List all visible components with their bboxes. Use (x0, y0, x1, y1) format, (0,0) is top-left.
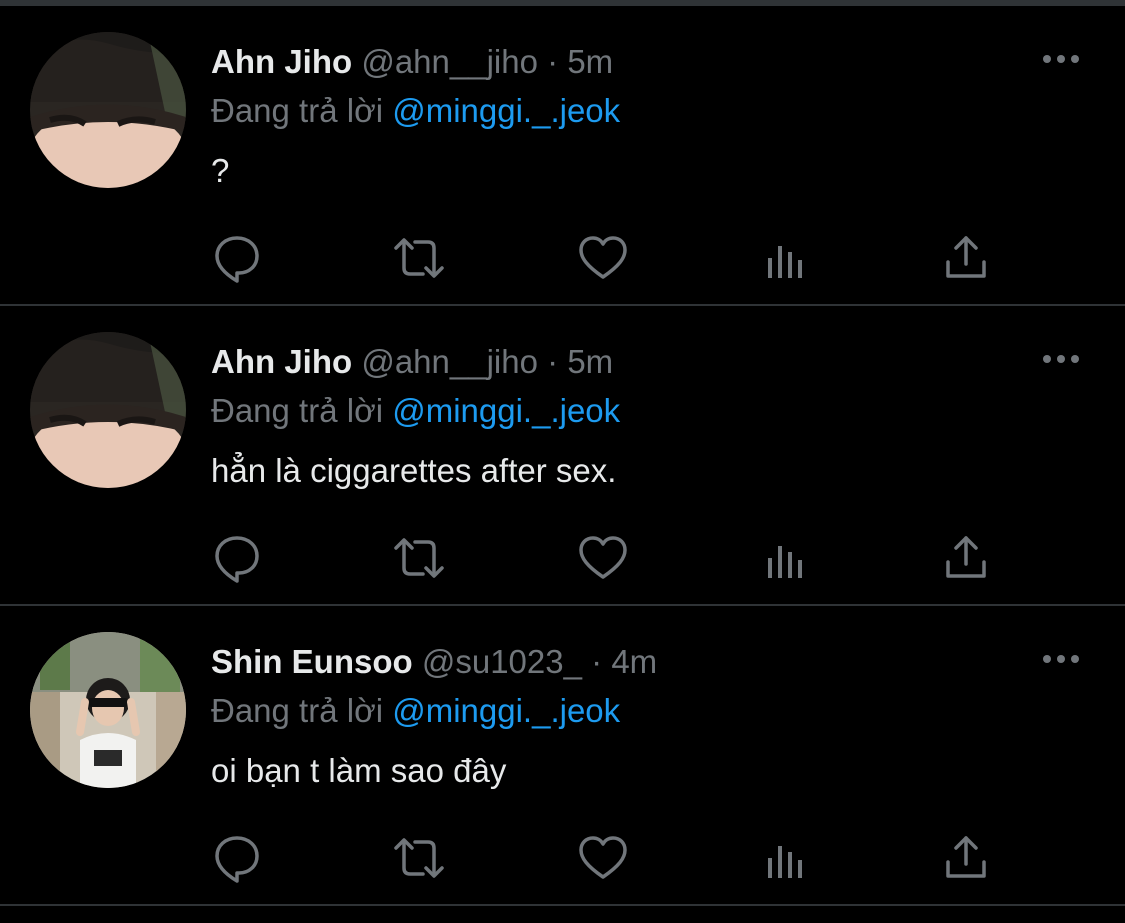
reply-mention-link[interactable]: @minggi._.jeok (392, 92, 620, 129)
user-handle[interactable]: @ahn__jiho (361, 43, 538, 80)
reply-bubble-icon (215, 536, 259, 583)
display-name[interactable]: Ahn Jiho (211, 343, 352, 380)
user-handle[interactable]: @su1023_ (422, 643, 582, 680)
analytics-bars-icon (768, 846, 802, 878)
like-button[interactable] (575, 830, 631, 886)
replying-to-line: Đang trả lời @minggi._.jeok (211, 689, 620, 733)
display-name[interactable]: Ahn Jiho (211, 43, 352, 80)
timestamp[interactable]: 5m (567, 43, 613, 80)
tweet-text: ? (211, 152, 230, 189)
timestamp[interactable]: 5m (567, 343, 613, 380)
reply-button[interactable] (209, 830, 265, 886)
tweet-actions (0, 830, 1125, 886)
share-upload-icon (946, 536, 986, 578)
retweet-button[interactable] (391, 530, 447, 586)
display-name[interactable]: Shin Eunsoo (211, 643, 413, 680)
reply-bubble-icon (215, 836, 259, 883)
retweet-button[interactable] (391, 230, 447, 286)
more-horizontal-icon (1043, 355, 1079, 363)
retweet-button[interactable] (391, 830, 447, 886)
more-horizontal-icon (1043, 655, 1079, 663)
tweet-card[interactable]: Ahn Jiho @ahn__jiho · 5m Đang trả lời @m… (0, 306, 1125, 606)
user-handle[interactable]: @ahn__jiho (361, 343, 538, 380)
separator-dot: · (591, 643, 603, 680)
separator-dot: · (547, 43, 559, 80)
more-horizontal-icon (1043, 55, 1079, 63)
retweet-icon (394, 238, 444, 278)
replying-to-label: Đang trả lời (211, 92, 384, 129)
retweet-icon (394, 538, 444, 578)
more-options-button[interactable] (1041, 348, 1081, 370)
profile-photo-icon (30, 32, 186, 188)
analytics-bars-icon (768, 546, 802, 578)
heart-icon (579, 236, 627, 279)
reply-button[interactable] (209, 230, 265, 286)
separator-dot: · (547, 343, 559, 380)
share-upload-icon (946, 836, 986, 878)
heart-icon (579, 536, 627, 579)
tweet-header: Ahn Jiho @ahn__jiho · 5m (211, 340, 613, 384)
replying-to-line: Đang trả lời @minggi._.jeok (211, 89, 620, 133)
profile-photo-icon (30, 332, 186, 488)
avatar[interactable] (30, 632, 186, 788)
profile-photo-icon (30, 632, 186, 788)
heart-icon (579, 836, 627, 879)
more-options-button[interactable] (1041, 648, 1081, 670)
timestamp[interactable]: 4m (611, 643, 657, 680)
retweet-icon (394, 838, 444, 878)
replying-to-label: Đang trả lời (211, 692, 384, 729)
reply-button[interactable] (209, 530, 265, 586)
more-options-button[interactable] (1041, 48, 1081, 70)
reply-mention-link[interactable]: @minggi._.jeok (392, 692, 620, 729)
tweet-actions (0, 230, 1125, 286)
tweet-header: Shin Eunsoo @su1023_ · 4m (211, 640, 657, 684)
analytics-bars-icon (768, 246, 802, 278)
tweet-actions (0, 530, 1125, 586)
tweet-header: Ahn Jiho @ahn__jiho · 5m (211, 40, 613, 84)
tweet-text: oi bạn t làm sao đây (211, 752, 507, 789)
reply-bubble-icon (215, 236, 259, 283)
tweet-card[interactable]: Shin Eunsoo @su1023_ · 4m Đang trả lời @… (0, 606, 1125, 906)
avatar[interactable] (30, 32, 186, 188)
views-button[interactable] (758, 830, 814, 886)
tweet-text: hẳn là ciggarettes after sex. (211, 452, 617, 489)
like-button[interactable] (575, 530, 631, 586)
replying-to-label: Đang trả lời (211, 392, 384, 429)
views-button[interactable] (758, 230, 814, 286)
share-button[interactable] (938, 230, 994, 286)
reply-mention-link[interactable]: @minggi._.jeok (392, 392, 620, 429)
share-button[interactable] (938, 830, 994, 886)
tweet-card[interactable]: Ahn Jiho @ahn__jiho · 5m Đang trả lời @m… (0, 6, 1125, 306)
share-upload-icon (946, 236, 986, 278)
like-button[interactable] (575, 230, 631, 286)
replying-to-line: Đang trả lời @minggi._.jeok (211, 389, 620, 433)
views-button[interactable] (758, 530, 814, 586)
avatar[interactable] (30, 332, 186, 488)
share-button[interactable] (938, 530, 994, 586)
